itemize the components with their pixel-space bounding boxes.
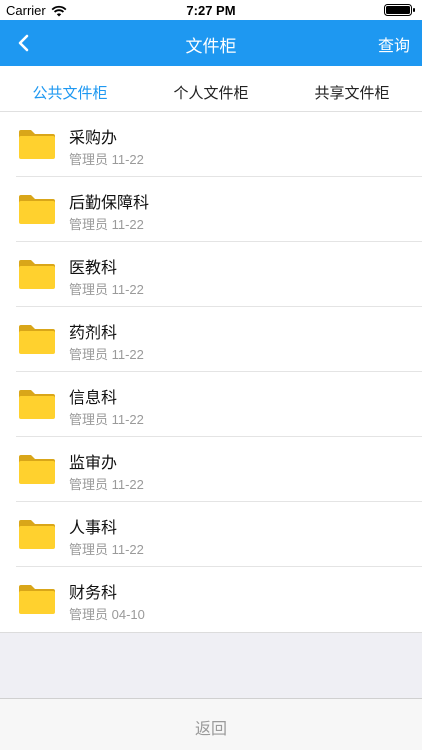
tab-shared-cabinet[interactable]: 共享文件柜 [282,82,422,103]
folder-meta: 管理员 11-22 [69,542,144,557]
status-bar: Carrier 7:27 PM [0,0,422,20]
folder-meta: 管理员 11-22 [69,152,144,167]
tab-personal-cabinet[interactable]: 个人文件柜 [141,82,281,103]
list-item[interactable]: 药剂科 管理员 11-22 [0,307,422,372]
folder-icon [19,390,55,419]
folder-icon [19,325,55,354]
folder-name: 药剂科 [69,323,118,342]
folder-meta: 管理员 11-22 [69,282,144,297]
list-item[interactable]: 财务科 管理员 04-10 [0,567,422,632]
list-item[interactable]: 医教科 管理员 11-22 [0,242,422,307]
list-item[interactable]: 后勤保障科 管理员 11-22 [0,177,422,242]
folder-name: 后勤保障科 [69,193,150,212]
folder-icon [19,260,55,289]
folder-icon [19,455,55,484]
folder-meta: 管理员 11-22 [69,347,144,362]
folder-name: 人事科 [69,518,118,537]
battery-icon [384,4,415,16]
folder-icon [19,130,55,159]
bottom-bar: 返回 [0,698,422,750]
search-button[interactable]: 查询 [378,32,410,56]
list-item[interactable]: 监审办 管理员 11-22 [0,437,422,502]
folder-meta: 管理员 11-22 [69,217,144,232]
folder-name: 财务科 [69,583,118,602]
tab-public-cabinet[interactable]: 公共文件柜 [0,82,140,103]
tab-bar: 公共文件柜 个人文件柜 共享文件柜 [0,66,422,112]
folder-name: 监审办 [69,453,118,472]
back-button[interactable]: 返回 [0,715,422,739]
list-item[interactable]: 信息科 管理员 11-22 [0,372,422,437]
folder-name: 采购办 [69,128,118,147]
page-title: 文件柜 [185,37,237,57]
folder-meta: 管理员 04-10 [69,607,145,622]
folder-name: 医教科 [69,258,118,277]
folder-name: 信息科 [69,388,118,407]
list-item[interactable]: 采购办 管理员 11-22 [0,112,422,177]
folder-list: 采购办 管理员 11-22 后勤保障科 管理员 11-22 医教科 管理员 11… [0,112,422,633]
folder-meta: 管理员 11-22 [69,412,144,427]
folder-icon [19,195,55,224]
folder-icon [19,520,55,549]
list-item[interactable]: 人事科 管理员 11-22 [0,502,422,567]
nav-bar: 文件柜 查询 [0,20,422,66]
status-time: 7:27 PM [186,3,236,18]
folder-icon [19,585,55,614]
folder-meta: 管理员 11-22 [69,477,144,492]
